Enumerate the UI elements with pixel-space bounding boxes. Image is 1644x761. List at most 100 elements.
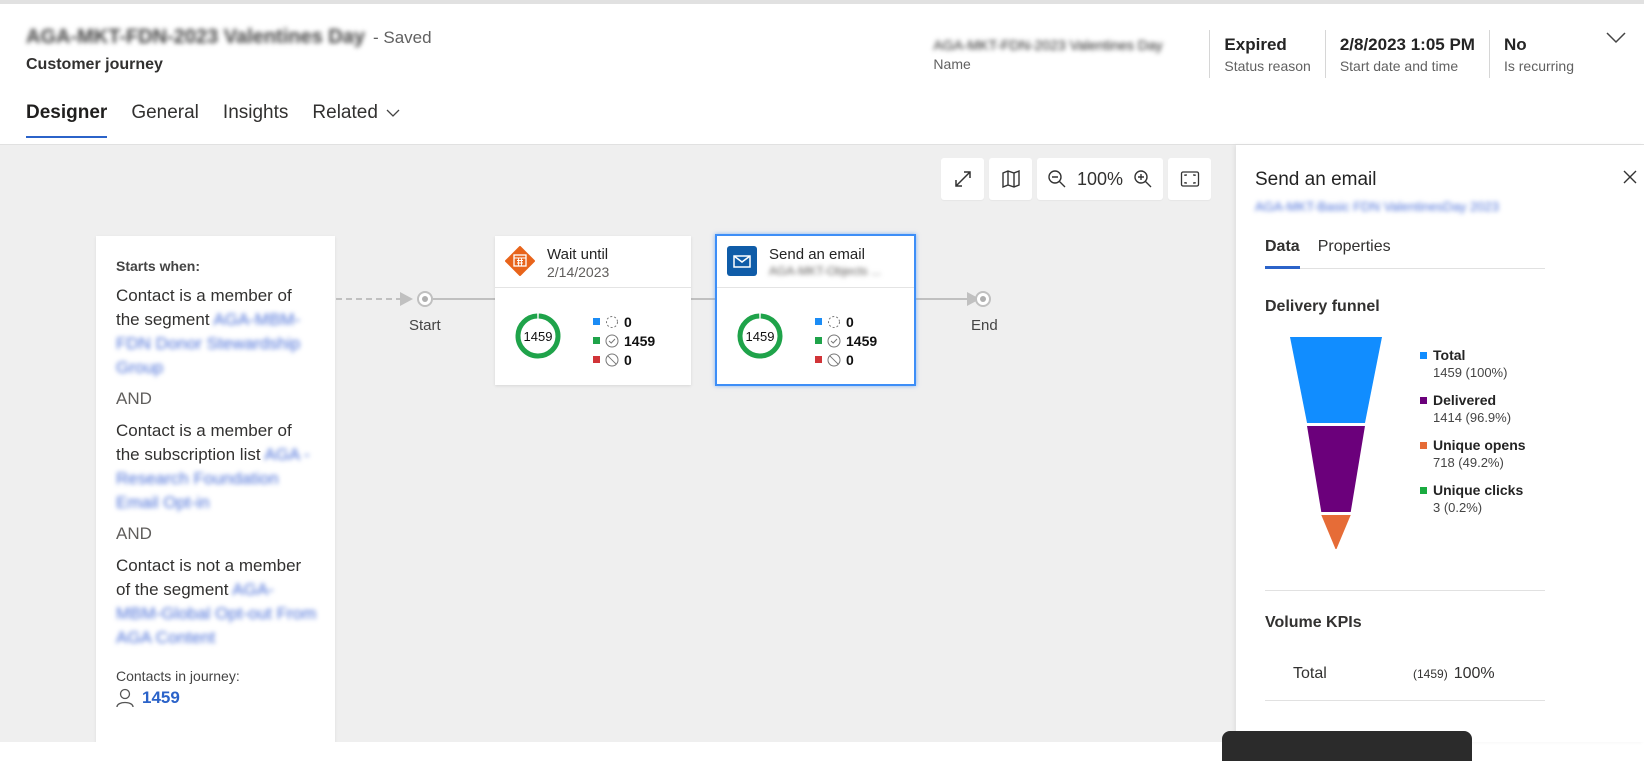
- email-name-link[interactable]: AGA-MKT-Basic FDN ValentinesDay 2023: [1255, 199, 1499, 214]
- mail-icon: [727, 246, 757, 276]
- stat-value: 1459: [846, 332, 878, 349]
- funnel-stage-unique-opens[interactable]: [1321, 515, 1351, 549]
- and-joiner: AND: [116, 524, 152, 543]
- legend-item: Total 1459 (100%): [1420, 347, 1526, 380]
- save-status: - Saved: [372, 28, 432, 47]
- zoom-level: 100%: [1077, 168, 1124, 189]
- section-divider: [1265, 700, 1545, 701]
- end-node[interactable]: [975, 291, 991, 307]
- legend-label: Unique clicks: [1420, 482, 1526, 498]
- kpi-name: Total: [1293, 665, 1327, 682]
- tile-subtitle: AGA-MKT-Objects ...: [769, 264, 882, 278]
- field-start-label: Start date and time: [1339, 57, 1459, 74]
- zoom-in-icon[interactable]: [1133, 169, 1153, 189]
- kpi-percent: 100%: [1453, 665, 1495, 682]
- tab-data[interactable]: Data: [1265, 238, 1300, 269]
- expand-button[interactable]: [941, 158, 984, 200]
- minimap-button[interactable]: [989, 158, 1032, 200]
- tooltip-overlay: [1222, 731, 1472, 761]
- connector-line: [433, 298, 495, 300]
- delivery-funnel-title: Delivery funnel: [1265, 298, 1380, 315]
- tab-label: Related: [312, 102, 378, 123]
- tab-designer[interactable]: Designer: [26, 102, 108, 138]
- tile-body: 1459 0 1459 0: [495, 288, 691, 384]
- tile-header: Send an email AGA-MKT-Objects ...: [717, 236, 914, 288]
- zoom-out-icon[interactable]: [1047, 169, 1067, 189]
- pending-icon: [606, 315, 618, 328]
- fit-to-screen-button[interactable]: [1168, 158, 1212, 200]
- contacts-count: 1459: [142, 688, 180, 707]
- legend-swatch: [1420, 486, 1427, 494]
- funnel-stage-total[interactable]: [1290, 337, 1382, 423]
- contacts-in-journey[interactable]: 1459: [116, 688, 317, 708]
- field-recurring: No Is recurring: [1488, 30, 1588, 78]
- tab-label: General: [131, 102, 199, 123]
- header-fields: AGA-MKT-FDN-2023 Valentines Day Name Exp…: [919, 30, 1644, 78]
- stat-completed: 1459: [815, 331, 877, 350]
- funnel-legend: Total 1459 (100%) Delivered 1414 (96.9%)…: [1420, 347, 1526, 527]
- check-circle-icon: [827, 334, 841, 347]
- stat-completed: 1459: [593, 331, 655, 350]
- trigger-card[interactable]: Starts when: Contact is a member of the …: [96, 236, 335, 742]
- legend-item: Unique opens 718 (49.2%): [1420, 437, 1526, 470]
- trigger-condition: Contact is not a member of the segment A…: [116, 554, 317, 650]
- tab-label: Insights: [222, 102, 289, 123]
- end-label: End: [971, 317, 998, 334]
- legend-swatch: [593, 337, 600, 344]
- panel-tabs: Data Properties: [1265, 238, 1545, 269]
- field-status-value: Expired: [1224, 34, 1287, 54]
- tab-related[interactable]: Related: [312, 102, 400, 138]
- legend-item: Delivered 1414 (96.9%): [1420, 392, 1526, 425]
- section-divider: [1265, 590, 1545, 591]
- connector-line: [916, 298, 970, 300]
- trigger-condition: Contact is a member of the segment AGA-M…: [116, 284, 317, 380]
- legend-value: 3 (0.2%): [1433, 500, 1483, 515]
- donut-total: 1459: [523, 328, 553, 344]
- connector-line: [691, 298, 716, 300]
- stat-value: 0: [846, 351, 854, 368]
- send-email-tile[interactable]: Send an email AGA-MKT-Objects ... 1459 0…: [715, 234, 916, 386]
- record-title: AGA-MKT-FDN-2023 Valentines Day: [26, 26, 365, 48]
- person-icon: [116, 688, 134, 708]
- trigger-condition: Contact is a member of the subscription …: [116, 419, 317, 515]
- tab-properties[interactable]: Properties: [1318, 238, 1391, 268]
- record-tabs: Designer General Insights Related: [26, 102, 400, 138]
- tab-insights[interactable]: Insights: [223, 102, 288, 138]
- field-recurring-label: Is recurring: [1503, 57, 1574, 74]
- field-start-value: 2/8/2023 1:05 PM: [1339, 34, 1475, 54]
- title-row: AGA-MKT-FDN-2023 Valentines Day - Saved: [26, 26, 432, 49]
- field-name-label: Name: [933, 55, 971, 72]
- field-name: AGA-MKT-FDN-2023 Valentines Day Name: [919, 30, 1209, 78]
- legend-label: Total: [1420, 347, 1526, 363]
- field-name-value: AGA-MKT-FDN-2023 Valentines Day: [933, 36, 1163, 53]
- legend-name: Unique opens: [1433, 437, 1526, 453]
- tile-title: Wait until: [547, 246, 609, 263]
- wait-until-tile[interactable]: Wait until 2/14/2023 1459 0 1459 0: [495, 236, 691, 385]
- start-node[interactable]: [417, 291, 433, 307]
- donut-total: 1459: [745, 328, 775, 344]
- legend-swatch: [593, 356, 600, 363]
- volume-kpis-title: Volume KPIs: [1265, 614, 1362, 631]
- legend-name: Delivered: [1433, 392, 1497, 408]
- legend-swatch: [815, 318, 822, 325]
- tile-subtitle: 2/14/2023: [547, 264, 610, 280]
- field-recurring-value: No: [1503, 34, 1527, 54]
- dashed-connector: [336, 298, 402, 300]
- kpi-row: Total (1459) 100%: [1293, 665, 1553, 683]
- record-header: AGA-MKT-FDN-2023 Valentines Day - Saved …: [0, 4, 1644, 145]
- funnel-stage-delivered[interactable]: [1307, 426, 1365, 512]
- stat-value: 0: [846, 313, 854, 330]
- legend-value: 718 (49.2%): [1433, 455, 1504, 470]
- legend-value: 1414 (96.9%): [1433, 410, 1512, 425]
- journey-canvas[interactable]: 100% Starts when: Contact is a member of…: [0, 145, 1236, 742]
- delivery-funnel-chart: [1290, 337, 1382, 549]
- expand-header-button[interactable]: [1588, 30, 1644, 78]
- close-panel-button[interactable]: [1622, 169, 1638, 190]
- tab-general[interactable]: General: [131, 102, 199, 138]
- stat-value: 0: [624, 313, 632, 330]
- tile-stats: 0 1459 0: [815, 312, 877, 369]
- pending-icon: [828, 315, 840, 328]
- details-panel: Send an email AGA-MKT-Basic FDN Valentin…: [1236, 145, 1644, 742]
- legend-name: Unique clicks: [1433, 482, 1524, 498]
- legend-value: 1459 (100%): [1433, 365, 1508, 380]
